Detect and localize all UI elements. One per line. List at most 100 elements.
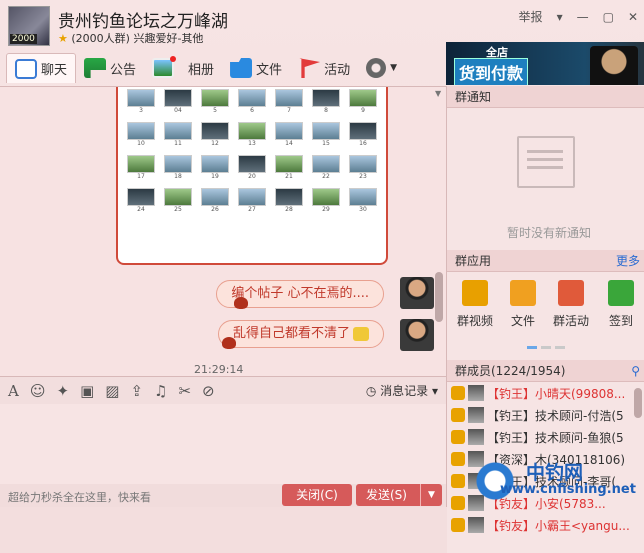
app-icon — [608, 280, 634, 306]
app-item[interactable]: 群活动 — [549, 280, 593, 329]
photo-thumbnail[interactable]: 16 — [348, 122, 378, 148]
maximize-button[interactable]: ▢ — [603, 10, 614, 24]
message-bubble[interactable]: 乱得自己都看不清了 — [217, 320, 384, 348]
photo-thumbnail[interactable]: 9 — [348, 89, 378, 115]
search-members-icon[interactable]: ⚲ — [631, 360, 640, 382]
font-icon[interactable]: A — [8, 382, 19, 400]
block-icon[interactable]: ⊘ — [202, 382, 215, 400]
close-window-button[interactable]: ✕ — [628, 10, 638, 24]
member-row[interactable]: 【钓王】技术顾问-鱼狼(5 — [447, 426, 644, 448]
member-row[interactable]: 【钓王】小晴天(99808... — [447, 382, 644, 404]
member-name: 【钓王】技术顾问-付浩(5 — [487, 408, 624, 423]
emoji-icon[interactable]: ☺ — [30, 382, 46, 400]
more-apps-link[interactable]: 更多 — [616, 250, 640, 272]
photo-thumbnail[interactable]: 5 — [200, 89, 230, 115]
emoji-icon — [353, 326, 369, 341]
gear-icon — [366, 58, 387, 78]
notice-header: 群通知 — [447, 86, 644, 108]
chevron-down-icon: ▼ — [390, 63, 397, 73]
tab-files[interactable]: 文件 — [222, 53, 290, 83]
photo-thumbnail[interactable]: 13 — [237, 122, 267, 148]
app-icon — [462, 280, 488, 306]
photo-number: 10 — [137, 140, 145, 147]
photo-image — [127, 122, 155, 140]
close-button[interactable]: 关闭(C) — [282, 484, 352, 506]
photo-number: 29 — [322, 206, 330, 213]
chat-scrollbar[interactable]: ▼ — [433, 87, 445, 376]
photo-thumbnail[interactable]: 12 — [200, 122, 230, 148]
photo-thumbnail[interactable]: 22 — [311, 155, 341, 181]
photo-thumbnail[interactable]: 8 — [311, 89, 341, 115]
magic-wand-icon[interactable]: ✦ — [56, 382, 69, 400]
gift-icon[interactable]: ▣ — [80, 382, 94, 400]
tab-activity[interactable]: 活动 — [290, 53, 358, 83]
scissors-icon[interactable]: ✂ — [178, 382, 191, 400]
photo-thumbnail[interactable]: 28 — [274, 188, 304, 214]
image-message[interactable]: 3 04 5 6 7 8 9 10 11 12 13 14 15 16 17 18 19 20 21 22 23 24 25… — [116, 87, 388, 265]
send-button[interactable]: 发送(S) ▼ — [356, 484, 442, 506]
photo-thumbnail[interactable]: 29 — [311, 188, 341, 214]
music-icon[interactable]: ♫ — [154, 382, 167, 400]
photo-thumbnail[interactable]: 10 — [126, 122, 156, 148]
avatar[interactable] — [400, 319, 434, 351]
app-item[interactable]: 签到 — [599, 280, 643, 329]
photo-thumbnail[interactable]: 27 — [237, 188, 267, 214]
tab-chat[interactable]: 聊天 — [6, 53, 77, 83]
group-avatar[interactable]: 2000 — [8, 6, 50, 46]
chevron-down-icon[interactable]: ▼ — [420, 484, 442, 506]
member-row[interactable]: 【钓王】技术顾问-付浩(5 — [447, 404, 644, 426]
upload-icon[interactable]: ⇪ — [130, 382, 143, 400]
fish-logo-icon — [470, 458, 520, 504]
settings-menu[interactable]: ▼ — [358, 53, 405, 83]
photo-number: 11 — [174, 140, 182, 147]
members-title: 群成员(1224/1954) — [455, 364, 566, 378]
history-button[interactable]: ◷ 消息记录 ▾ — [366, 382, 438, 399]
app-item[interactable]: 群视频 — [453, 280, 497, 329]
input-toolbar: A ☺ ✦ ▣ ▨ ⇪ ♫ ✂ ⊘ ◷ 消息记录 ▾ — [0, 376, 446, 404]
photo-image — [238, 89, 266, 107]
member-row[interactable]: 【钓友】小霸王<yangu... — [447, 514, 644, 536]
photo-thumbnail[interactable]: 30 — [348, 188, 378, 214]
scrollbar-thumb[interactable] — [634, 388, 642, 418]
photo-thumbnail[interactable]: 24 — [126, 188, 156, 214]
minimize-button[interactable]: — — [577, 10, 589, 24]
photo-thumbnail[interactable]: 14 — [274, 122, 304, 148]
avatar[interactable] — [400, 277, 434, 309]
photo-image — [238, 122, 266, 140]
report-button[interactable]: 举报 — [519, 8, 543, 25]
photo-thumbnail[interactable]: 17 — [126, 155, 156, 181]
group-category: 兴趣爱好-其他 — [133, 32, 204, 45]
photo-number: 14 — [285, 140, 293, 147]
photo-thumbnail[interactable]: 18 — [163, 155, 193, 181]
tab-notice[interactable]: 公告 — [76, 53, 144, 83]
collapse-arrow-icon[interactable]: ▼ — [435, 89, 441, 98]
photo-thumbnail[interactable]: 20 — [237, 155, 267, 181]
tab-label: 活动 — [324, 62, 351, 78]
message-input[interactable] — [0, 404, 446, 484]
photo-thumbnail[interactable]: 19 — [200, 155, 230, 181]
tab-label: 文件 — [256, 62, 283, 78]
app-item[interactable]: 文件 — [501, 280, 545, 329]
apps-pager[interactable] — [527, 346, 565, 349]
photo-number: 26 — [211, 206, 219, 213]
app-label: 群视频 — [456, 314, 493, 328]
group-name[interactable]: 贵州钓鱼论坛之万峰湖 — [58, 7, 228, 32]
photo-thumbnail[interactable]: 6 — [237, 89, 267, 115]
photo-thumbnail[interactable]: 7 — [274, 89, 304, 115]
member-badge-icon — [451, 408, 465, 422]
photo-thumbnail[interactable]: 11 — [163, 122, 193, 148]
ad-banner[interactable]: 全店 货到付款 — [446, 42, 644, 85]
photo-thumbnail[interactable]: 21 — [274, 155, 304, 181]
photo-thumbnail[interactable]: 3 — [126, 89, 156, 115]
photo-thumbnail[interactable]: 26 — [200, 188, 230, 214]
scrollbar-thumb[interactable] — [435, 272, 443, 322]
photo-thumbnail[interactable]: 15 — [311, 122, 341, 148]
promo-hint-link[interactable]: 超给力秒杀全在这里，快来看 — [8, 489, 151, 505]
photo-thumbnail[interactable]: 25 — [163, 188, 193, 214]
image-icon[interactable]: ▨ — [105, 382, 119, 400]
tab-album[interactable]: 相册 — [144, 53, 222, 83]
member-avatar — [468, 517, 484, 533]
photo-thumbnail[interactable]: 23 — [348, 155, 378, 181]
photo-thumbnail[interactable]: 04 — [163, 89, 193, 115]
menu-dropdown-icon[interactable]: ▾ — [557, 10, 563, 24]
